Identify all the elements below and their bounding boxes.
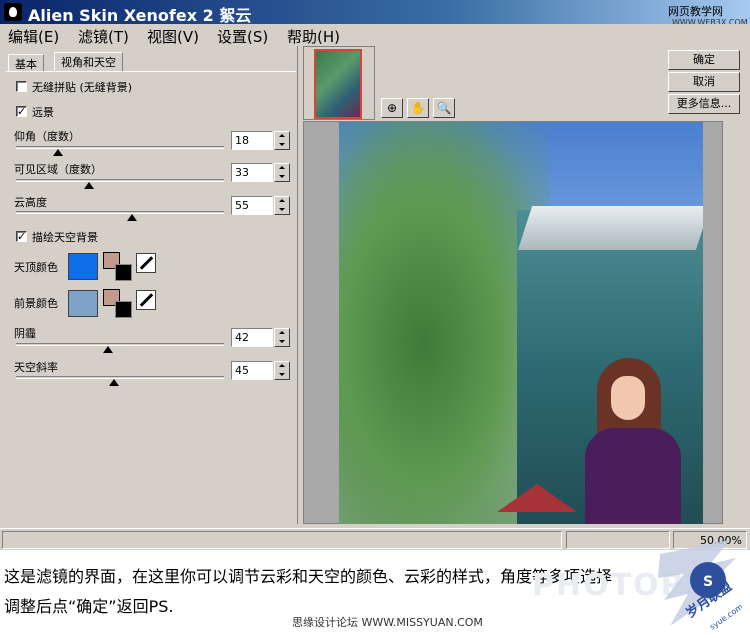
- alien-skin-app-icon: [4, 3, 22, 21]
- sky-slope-label: 天空斜率: [14, 361, 58, 374]
- menu-view[interactable]: 视图(V): [147, 26, 199, 47]
- cloud-height-label: 云高度: [14, 196, 47, 209]
- xenofex-dialog: Alien Skin Xenofex 2 絮云 网页教学网 WWW.WEB3X.…: [0, 0, 750, 550]
- tab-divider: [6, 71, 296, 72]
- foreground-color-label: 前景颜色: [14, 297, 58, 310]
- menu-help[interactable]: 帮助(H): [287, 26, 340, 47]
- zenith-color-swatch[interactable]: [68, 253, 98, 280]
- menu-settings[interactable]: 设置(S): [217, 26, 268, 47]
- settings-panel: 基本 视角和天空 无缝拼贴 (无缝背景) ✓ 远景 仰角（度数） 18 可见区域…: [2, 46, 298, 524]
- preview-image[interactable]: [339, 122, 703, 524]
- caption-line-2: 调整后点“确定”返回PS.: [4, 597, 174, 616]
- elevation-slider-thumb[interactable]: [52, 149, 63, 156]
- seamless-label: 无缝拼贴 (无缝背景): [32, 81, 133, 94]
- tab-basic[interactable]: 基本: [8, 54, 44, 72]
- shadow-label: 阴霾: [14, 327, 36, 340]
- elevation-spinner[interactable]: [274, 131, 290, 150]
- cloud-height-value-field[interactable]: 55: [231, 196, 273, 215]
- draw-sky-label: 描绘天空背景: [32, 231, 98, 244]
- preview-toggle-icon[interactable]: ⊕: [381, 98, 403, 118]
- distance-label: 远景: [32, 106, 54, 119]
- footer-credit: 思缘设计论坛 WWW.MISSYUAN.COM: [292, 616, 483, 629]
- sky-slope-slider-thumb[interactable]: [108, 379, 119, 386]
- shadow-value-field[interactable]: 42: [231, 328, 273, 347]
- zenith-color-label: 天顶颜色: [14, 261, 58, 274]
- visible-area-slider-thumb[interactable]: [83, 182, 94, 189]
- draw-sky-checkbox[interactable]: ✓: [16, 231, 27, 242]
- seamless-checkbox[interactable]: [16, 81, 27, 92]
- cloud-height-slider-track[interactable]: [16, 211, 224, 214]
- person-figure: [585, 358, 683, 524]
- menu-filter[interactable]: 滤镜(T): [78, 26, 129, 47]
- foreground-eyedropper-icon[interactable]: [136, 290, 156, 310]
- svg-text:S: S: [703, 574, 713, 590]
- visible-area-value-field[interactable]: 33: [231, 163, 273, 182]
- sky-slope-slider-track[interactable]: [16, 376, 224, 379]
- elevation-value-field[interactable]: 18: [231, 131, 273, 150]
- cloud-height-spinner[interactable]: [274, 196, 290, 215]
- window-title: Alien Skin Xenofex 2 絮云: [28, 6, 252, 25]
- syue-seal-logo: S 岁月联盟 syue.com: [658, 540, 742, 632]
- status-bar: 50.00%: [0, 528, 750, 550]
- visible-area-slider-track[interactable]: [16, 179, 224, 182]
- more-info-button[interactable]: 更多信息...: [668, 94, 740, 114]
- menu-bar: 编辑(E) 滤镜(T) 视图(V) 设置(S) 帮助(H): [0, 24, 750, 46]
- sky-slope-spinner[interactable]: [274, 361, 290, 380]
- sky-slope-value-field[interactable]: 45: [231, 361, 273, 380]
- cancel-button[interactable]: 取消: [668, 72, 740, 92]
- roof-area: [517, 206, 703, 250]
- visible-area-spinner[interactable]: [274, 163, 290, 182]
- cloud-height-slider-thumb[interactable]: [127, 214, 138, 221]
- thumbnail-image[interactable]: [314, 49, 362, 119]
- foreground-color-pair-icon[interactable]: [103, 289, 133, 319]
- visible-area-label: 可见区域（度数）: [14, 163, 102, 176]
- elevation-label: 仰角（度数）: [14, 130, 80, 143]
- caption-line-1: 这是滤镜的界面，在这里你可以调节云彩和天空的颜色、云彩的样式，角度等多项选择: [4, 567, 613, 586]
- title-bar: Alien Skin Xenofex 2 絮云 网页教学网 WWW.WEB3X.…: [0, 0, 750, 27]
- elevation-slider-track[interactable]: [16, 146, 224, 149]
- zenith-color-pair-icon[interactable]: [103, 252, 133, 282]
- watermark-text: 网页教学网: [668, 5, 723, 18]
- navigator-thumbnail[interactable]: [303, 46, 375, 120]
- status-message: [2, 531, 562, 549]
- hand-icon[interactable]: ✋: [407, 98, 429, 118]
- tab-perspective-sky[interactable]: 视角和天空: [54, 52, 123, 72]
- ok-button[interactable]: 确定: [668, 50, 740, 70]
- foreground-color-swatch[interactable]: [68, 290, 98, 317]
- shadow-spinner[interactable]: [274, 328, 290, 347]
- menu-edit[interactable]: 编辑(E): [8, 26, 59, 47]
- distance-checkbox[interactable]: ✓: [16, 106, 27, 117]
- shadow-slider-track[interactable]: [16, 343, 224, 346]
- shadow-slider-thumb[interactable]: [102, 346, 113, 353]
- zenith-eyedropper-icon[interactable]: [136, 253, 156, 273]
- zoom-icon[interactable]: 🔍: [433, 98, 455, 118]
